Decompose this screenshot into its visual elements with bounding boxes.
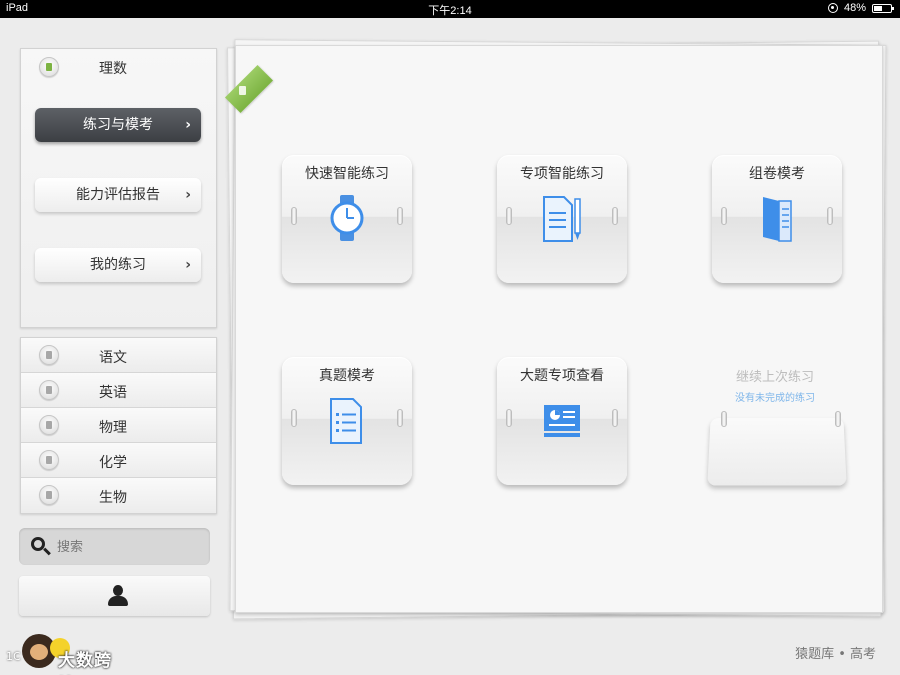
search-input[interactable] <box>57 537 197 557</box>
binder-ring <box>291 207 297 225</box>
book-icon <box>39 57 59 77</box>
battery-icon <box>872 3 894 13</box>
nav-ability-report[interactable]: 能力评估报告 › <box>35 178 201 212</box>
binder-ring <box>721 207 727 225</box>
binder-ring <box>721 411 727 427</box>
tile-title: 大题专项查看 <box>520 368 604 384</box>
book-icon <box>39 415 59 435</box>
tile-title: 专项智能练习 <box>520 166 604 182</box>
person-icon <box>108 585 128 607</box>
binder-ring <box>291 409 297 427</box>
watermark-prefix: 1C <box>6 650 21 663</box>
resume-title: 继续上次练习 <box>735 370 814 385</box>
user-button[interactable] <box>19 576 210 616</box>
tile-major-questions[interactable]: 大题专项查看 <box>497 357 627 485</box>
watermark-text: 大数跨境 <box>58 651 112 671</box>
document-pencil-icon <box>543 196 581 242</box>
search-box[interactable] <box>19 528 210 565</box>
binder-ring <box>397 409 403 427</box>
binder-ring <box>397 207 403 225</box>
resume-subtitle: 没有未完成的练习 <box>735 393 815 404</box>
nav-label: 能力评估报告 <box>76 187 160 203</box>
tile-title: 组卷模考 <box>749 166 805 182</box>
subject-item-biology[interactable]: 生物 <box>21 478 216 513</box>
battery-fill <box>874 5 882 11</box>
sidebar-panel: 理数 练习与模考 › 能力评估报告 › 我的练习 › <box>20 48 217 328</box>
watermark: 1C 大数跨境 <box>4 634 124 671</box>
chevron-right-icon: › <box>185 187 191 203</box>
search-icon <box>31 537 45 551</box>
tile-past-exam[interactable]: 真题模考 <box>282 357 412 485</box>
book-icon <box>39 345 59 365</box>
footer-brand: 猿题库 • 高考 <box>795 647 876 662</box>
resume-card[interactable] <box>707 418 847 486</box>
subject-label: 语文 <box>99 350 127 366</box>
subject-label: 生物 <box>99 490 127 506</box>
nav-label: 我的练习 <box>90 257 146 273</box>
nav-label: 练习与模考 <box>83 117 153 133</box>
tile-quick-practice[interactable]: 快速智能练习 <box>282 155 412 283</box>
subject-item-chemistry[interactable]: 化学 <box>21 443 216 478</box>
binder-ring <box>612 207 618 225</box>
status-time: 下午2:14 <box>428 5 472 17</box>
main-paper <box>235 45 883 613</box>
subject-label: 英语 <box>99 385 127 401</box>
status-right: 48% <box>827 2 894 14</box>
subject-item-physics[interactable]: 物理 <box>21 408 216 443</box>
subject-label: 化学 <box>99 455 127 471</box>
binder-ring <box>612 409 618 427</box>
tile-assemble-exam[interactable]: 组卷模考 <box>712 155 842 283</box>
subject-item-english[interactable]: 英语 <box>21 373 216 408</box>
category-label: 理数 <box>99 61 127 77</box>
battery-percent: 48% <box>843 2 866 14</box>
chevron-right-icon: › <box>185 257 191 273</box>
chevron-right-icon: › <box>185 117 191 133</box>
booklet-icon <box>763 197 792 242</box>
subject-item-chinese[interactable]: 语文 <box>21 338 216 373</box>
nav-practice-exam[interactable]: 练习与模考 › <box>35 108 201 142</box>
book-icon <box>39 450 59 470</box>
list-document-icon <box>330 398 362 444</box>
subject-list: 语文 英语 物理 化学 生物 <box>20 337 217 514</box>
binder-ring <box>506 207 512 225</box>
watch-icon <box>330 195 364 241</box>
binder-ring <box>835 411 841 427</box>
resume-practice[interactable]: 继续上次练习 没有未完成的练习 <box>705 358 847 488</box>
subject-label: 物理 <box>99 420 127 436</box>
tile-title: 真题模考 <box>319 368 375 384</box>
book-icon <box>39 380 59 400</box>
status-bar: iPad 下午2:14 48% <box>0 0 900 18</box>
tile-title: 快速智能练习 <box>305 166 389 182</box>
rotation-lock-icon <box>827 3 838 13</box>
presentation-icon <box>544 405 580 437</box>
binder-ring <box>506 409 512 427</box>
book-icon <box>239 86 246 95</box>
nav-my-practice[interactable]: 我的练习 › <box>35 248 201 282</box>
book-icon <box>39 485 59 505</box>
category-header[interactable]: 理数 <box>21 49 216 85</box>
tile-topic-practice[interactable]: 专项智能练习 <box>497 155 627 283</box>
binder-ring <box>827 207 833 225</box>
